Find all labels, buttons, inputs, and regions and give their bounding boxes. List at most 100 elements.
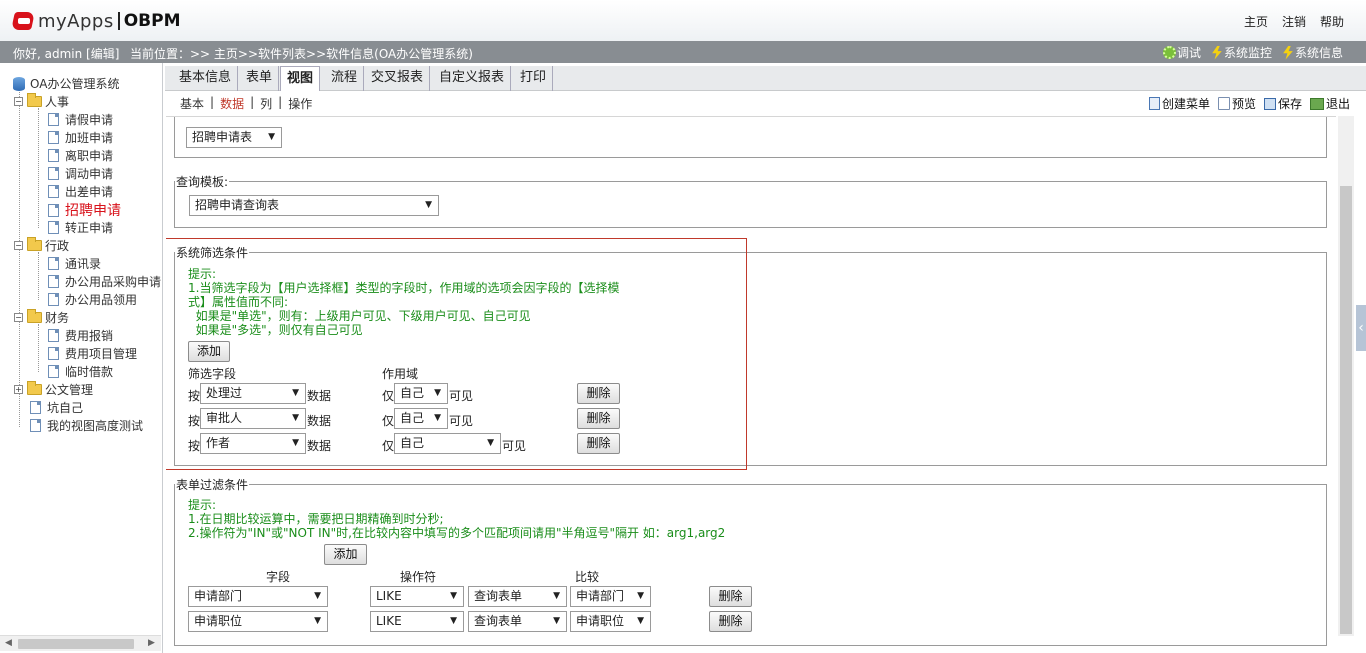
delete-button[interactable]: 删除 xyxy=(577,433,620,454)
system-info-label: 系统信息 xyxy=(1294,46,1343,60)
preview-button[interactable]: 预览 xyxy=(1217,95,1256,112)
query-template-select[interactable]: 招聘申请查询表 ▼ xyxy=(189,195,439,216)
tree-item-label: 请假申请 xyxy=(65,113,114,127)
tree-item-extra-2[interactable]: 我的视图高度测试 xyxy=(30,417,143,434)
compare-value: 申请职位 xyxy=(576,614,625,628)
expand-icon[interactable]: + xyxy=(14,385,23,394)
tree-group-finance[interactable]: − 财务 xyxy=(14,309,69,326)
tree-horizontal-scrollbar[interactable]: ◀ ▶ xyxy=(0,635,161,651)
tab-custom-report[interactable]: 自定义报表 xyxy=(433,66,512,91)
form-select[interactable]: 招聘申请表 ▼ xyxy=(186,127,282,148)
tree-group-hr[interactable]: − 人事 xyxy=(14,93,69,110)
tree-item-business-trip[interactable]: 出差申请 xyxy=(48,183,113,200)
scrollbar-thumb[interactable] xyxy=(1340,186,1352,634)
tree-item-recruitment[interactable]: 招聘申请 xyxy=(48,200,121,220)
filter-field-select[interactable]: 作者 ▼ xyxy=(200,433,306,454)
tab-cross-report[interactable]: 交叉报表 xyxy=(365,66,431,91)
scope-value: 自己 xyxy=(400,436,425,450)
collapse-icon[interactable]: − xyxy=(14,97,23,106)
tree-item-contacts[interactable]: 通讯录 xyxy=(48,255,101,272)
tab-print[interactable]: 打印 xyxy=(514,66,554,91)
scope-header: 作用域 xyxy=(382,367,419,381)
scrollbar-thumb[interactable] xyxy=(18,639,134,649)
system-monitor-button[interactable]: 系统监控 xyxy=(1211,44,1272,61)
app-logo[interactable]: myApps OBPM xyxy=(10,6,181,36)
tree-item-expense-items[interactable]: 费用项目管理 xyxy=(48,345,137,362)
filter-field-select[interactable]: 处理过 ▼ xyxy=(200,383,306,404)
user-greeting[interactable]: 你好, admin [编辑] xyxy=(13,45,119,62)
form-filter-add-button[interactable]: 添加 xyxy=(324,544,367,565)
delete-button[interactable]: 删除 xyxy=(577,408,620,429)
collapse-panel-tab[interactable]: ‹ xyxy=(1356,305,1366,351)
subnav-data[interactable]: 数据 xyxy=(220,95,244,112)
delete-button[interactable]: 删除 xyxy=(709,611,752,632)
tree-item-label: 转正申请 xyxy=(65,221,114,235)
field-select[interactable]: 申请部门 ▼ xyxy=(188,586,328,607)
tree-item-expense[interactable]: 费用报销 xyxy=(48,327,113,344)
form-filter-hint-line: 2.操作符为"IN"或"NOT IN"时,在比较内容中填写的多个匹配项间请用"半… xyxy=(188,526,726,540)
tree-item-transfer[interactable]: 调动申请 xyxy=(48,165,113,182)
tree-root[interactable]: OA办公管理系统 xyxy=(13,75,119,92)
tree-item-loan[interactable]: 临时借款 xyxy=(48,363,113,380)
source-select[interactable]: 查询表单 ▼ xyxy=(468,586,567,607)
field-value: 申请部门 xyxy=(194,589,243,603)
tree-group-label: 财务 xyxy=(45,311,70,325)
logo-divider xyxy=(117,12,120,30)
scope-select[interactable]: 自己 ▼ xyxy=(394,383,448,404)
operator-select[interactable]: LIKE ▼ xyxy=(370,611,464,632)
tree-group-admin[interactable]: − 行政 xyxy=(14,237,69,254)
by-label: 按 xyxy=(188,439,201,453)
create-menu-button[interactable]: 创建菜单 xyxy=(1148,95,1210,112)
tab-view[interactable]: 视图 xyxy=(280,66,321,91)
scope-select[interactable]: 自己 ▼ xyxy=(394,408,448,429)
logout-link[interactable]: 注销 xyxy=(1282,13,1306,30)
scroll-left-icon[interactable]: ◀ xyxy=(5,638,12,648)
tree-group-documents[interactable]: + 公文管理 xyxy=(14,381,93,398)
form-filter-hint-line: 1.在日期比较运算中，需要把日期精确到时分秒; xyxy=(188,512,444,526)
tree-item-overtime[interactable]: 加班申请 xyxy=(48,129,113,146)
source-select[interactable]: 查询表单 ▼ xyxy=(468,611,567,632)
tree-item-supplies[interactable]: 办公用品领用 xyxy=(48,291,137,308)
dropdown-caret-icon: ▼ xyxy=(314,591,321,601)
field-value: 申请职位 xyxy=(194,614,243,628)
collapse-icon[interactable]: − xyxy=(14,241,23,250)
operator-value: LIKE xyxy=(376,589,402,603)
tree-item-resignation[interactable]: 离职申请 xyxy=(48,147,113,164)
delete-button[interactable]: 删除 xyxy=(709,586,752,607)
compare-select[interactable]: 申请职位 ▼ xyxy=(570,611,651,632)
document-icon xyxy=(48,185,59,198)
tree-item-label: 费用项目管理 xyxy=(65,347,138,361)
tree-group-label: 人事 xyxy=(45,95,70,109)
tree-item-extra-1[interactable]: 坑自己 xyxy=(30,399,83,416)
tab-form[interactable]: 表单 xyxy=(240,66,280,91)
field-select[interactable]: 申请职位 ▼ xyxy=(188,611,328,632)
subnav-basic[interactable]: 基本 xyxy=(180,95,204,112)
tree-item-purchase[interactable]: 办公用品采购申请 xyxy=(48,273,161,290)
debug-button[interactable]: 调试 xyxy=(1162,44,1201,61)
subnav-columns[interactable]: 列 xyxy=(260,95,272,112)
tab-flow[interactable]: 流程 xyxy=(325,66,365,91)
delete-button[interactable]: 删除 xyxy=(577,383,620,404)
scope-select[interactable]: 自己 ▼ xyxy=(394,433,501,454)
subnav-actions[interactable]: 操作 xyxy=(288,95,312,112)
exit-button[interactable]: 退出 xyxy=(1309,95,1350,112)
save-button[interactable]: 保存 xyxy=(1263,95,1302,112)
operator-select[interactable]: LIKE ▼ xyxy=(370,586,464,607)
filter-field-select[interactable]: 审批人 ▼ xyxy=(200,408,306,429)
help-link[interactable]: 帮助 xyxy=(1320,13,1344,30)
content-vertical-scrollbar[interactable] xyxy=(1338,116,1354,636)
field-header: 字段 xyxy=(266,570,291,584)
collapse-icon[interactable]: − xyxy=(14,313,23,322)
document-icon xyxy=(48,149,59,162)
data-label: 数据 xyxy=(307,389,332,403)
tree-item-regularization[interactable]: 转正申请 xyxy=(48,219,113,236)
scroll-right-icon[interactable]: ▶ xyxy=(148,638,155,648)
new-document-icon xyxy=(1148,97,1160,110)
tab-basic-info[interactable]: 基本信息 xyxy=(173,66,239,91)
home-link[interactable]: 主页 xyxy=(1244,13,1268,30)
compare-select[interactable]: 申请部门 ▼ xyxy=(570,586,651,607)
system-filter-add-button[interactable]: 添加 xyxy=(188,341,230,362)
tree-item-leave[interactable]: 请假申请 xyxy=(48,111,113,128)
system-info-button[interactable]: 系统信息 xyxy=(1282,44,1343,61)
document-icon xyxy=(48,257,59,270)
